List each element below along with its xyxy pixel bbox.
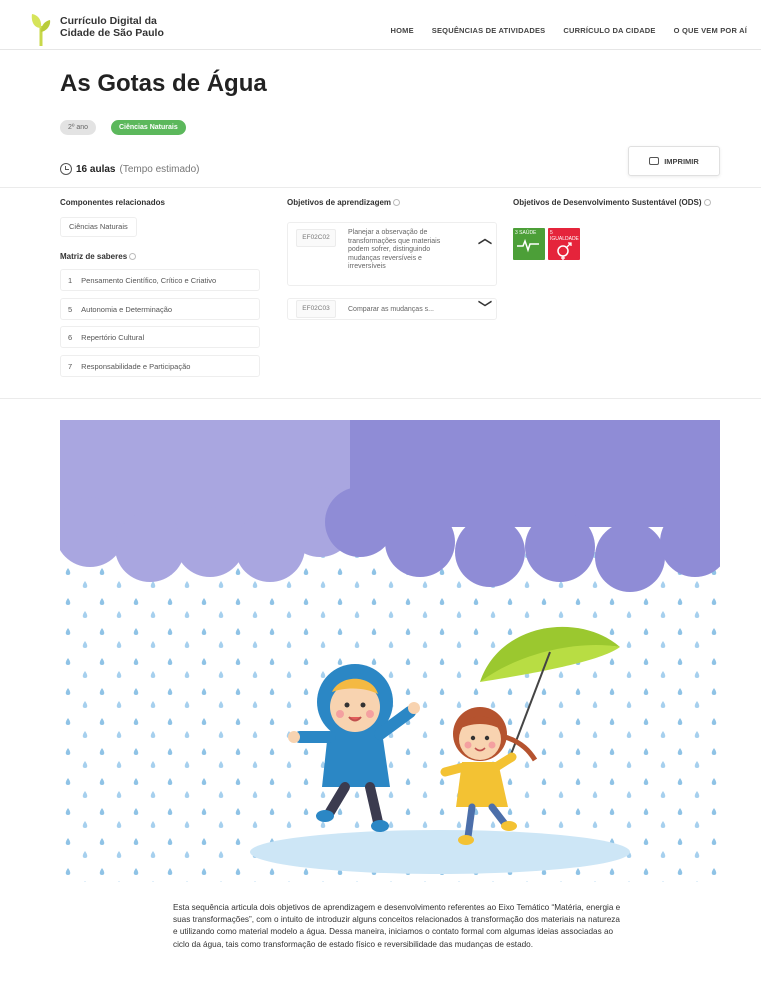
objetivo-card-collapsed[interactable]: EF02C03 Comparar as mudanças s... ﹀ — [287, 298, 497, 320]
heartbeat-icon — [517, 238, 539, 253]
matriz-item-label: Pensamento Científico, Crítico e Criativ… — [81, 275, 217, 285]
page-title: As Gotas de Água — [60, 70, 267, 97]
brand-line-1: Currículo Digital da — [60, 15, 157, 27]
chevron-down-icon[interactable]: ﹀ — [478, 301, 492, 315]
objetivos-heading: Objetivos de aprendizagem — [287, 198, 401, 208]
matriz-item-number: 6 — [68, 332, 73, 342]
ods-heading-text: Objetivos de Desenvolvimento Sustentável… — [513, 198, 702, 207]
ods-label: 5 IGUALDADE — [550, 230, 579, 242]
matriz-item: 5 Autonomia e Determinação — [60, 298, 260, 320]
gender-equality-icon — [557, 242, 572, 260]
matriz-item-label: Repertório Cultural — [81, 332, 145, 342]
brand-line-2: Cidade de São Paulo — [60, 27, 164, 39]
duration-count: 16 aulas — [76, 163, 116, 175]
nav-o-que-vem[interactable]: O QUE VEM POR AÍ — [674, 26, 747, 35]
brand-name[interactable]: Currículo Digital da Cidade de São Paulo — [60, 15, 164, 39]
objetivo-code: EF02C02 — [296, 229, 336, 247]
children-in-rain-image — [60, 412, 720, 882]
matriz-heading-text: Matriz de saberes — [60, 252, 128, 261]
ods-badge-5[interactable]: 5 IGUALDADE — [548, 228, 580, 260]
ods-heading: Objetivos de Desenvolvimento Sustentável… — [513, 198, 713, 208]
objetivo-text: Planejar a observação de transformações … — [348, 229, 441, 270]
componentes-heading: Componentes relacionados — [60, 198, 165, 207]
printer-icon — [649, 157, 660, 165]
duration-note: (Tempo estimado) — [119, 163, 200, 175]
matriz-heading: Matriz de saberes — [60, 252, 137, 262]
matriz-item-number: 7 — [68, 361, 73, 371]
objetivos-heading-text: Objetivos de aprendizagem — [287, 198, 392, 207]
tag-subject: Ciências Naturais — [111, 120, 186, 135]
sequence-description: Esta sequência articula dois objetivos d… — [173, 903, 621, 949]
matriz-item-number: 1 — [68, 275, 73, 285]
matriz-item-label: Responsabilidade e Participação — [81, 361, 191, 371]
print-label: IMPRIMIR — [664, 156, 699, 166]
matriz-item: 7 Responsabilidade e Participação — [60, 355, 260, 377]
matriz-item-number: 5 — [68, 304, 73, 314]
divider-top — [0, 187, 761, 188]
duration: 16 aulas (Tempo estimado) — [60, 163, 200, 175]
ods-badge-3[interactable]: 3 SAÚDE — [513, 228, 545, 260]
info-icon[interactable] — [129, 253, 137, 261]
componente-chip: Ciências Naturais — [60, 217, 137, 237]
rain-illustration — [60, 412, 720, 882]
matriz-item: 6 Repertório Cultural — [60, 326, 260, 348]
print-button[interactable]: IMPRIMIR — [628, 146, 720, 176]
matriz-item: 1 Pensamento Científico, Crítico e Criat… — [60, 269, 260, 291]
tag-grade: 2º ano — [60, 120, 97, 135]
chevron-up-icon[interactable]: ︿ — [478, 231, 492, 245]
matriz-item-label: Autonomia e Determinação — [81, 304, 173, 314]
info-icon[interactable] — [703, 199, 711, 207]
logo-icon[interactable] — [30, 12, 52, 46]
divider-bottom — [0, 398, 761, 399]
info-icon[interactable] — [393, 199, 401, 207]
top-navigation-bar: Currículo Digital da Cidade de São Paulo… — [0, 0, 761, 50]
nav-home[interactable]: HOME — [390, 26, 413, 35]
main-nav: HOME SEQUÊNCIAS DE ATIVIDADES CURRÍCULO … — [390, 26, 747, 35]
objetivo-text: Comparar as mudanças s... — [348, 306, 434, 313]
objetivo-card-expanded[interactable]: EF02C02 Planejar a observação de transfo… — [287, 222, 497, 286]
clock-icon — [60, 163, 72, 175]
nav-curriculo[interactable]: CURRÍCULO DA CIDADE — [563, 26, 655, 35]
objetivo-code: EF02C03 — [296, 300, 336, 318]
nav-sequencias[interactable]: SEQUÊNCIAS DE ATIVIDADES — [432, 26, 546, 35]
